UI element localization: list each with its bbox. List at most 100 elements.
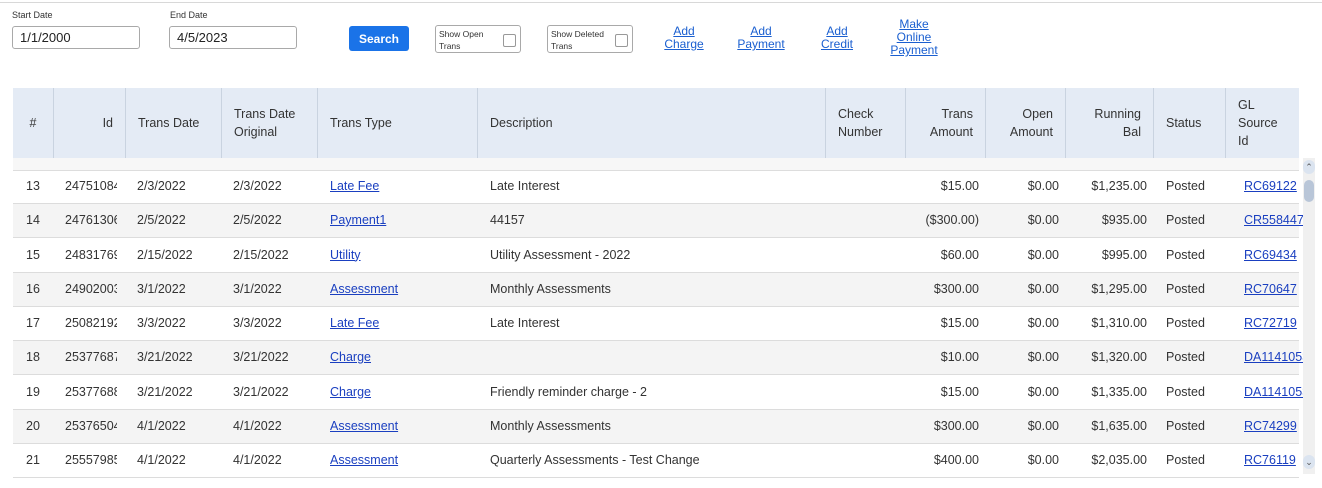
cell-gl-source-id-link[interactable]: RC69434 [1244, 248, 1297, 262]
cell-open-amount: $0.00 [1027, 453, 1059, 467]
cell-id: 25557985 [65, 453, 117, 467]
header-trans-date[interactable]: Trans Date [125, 88, 221, 158]
show-open-trans-checkbox[interactable] [503, 34, 516, 47]
header-gl-source-id[interactable]: GL Source Id [1225, 88, 1299, 158]
cell-trans-type-link[interactable]: Assessment [330, 453, 398, 467]
cell-description: Monthly Assessments [490, 281, 611, 296]
table-row[interactable]: 19 25377688 3/21/2022 3/21/2022 Charge Friend… [13, 376, 1304, 410]
cell-trans-type-link[interactable]: Charge [330, 350, 371, 364]
cell-trans-date-original: 3/21/2022 [233, 384, 289, 399]
cell-gl-source-id-link[interactable]: RC69122 [1244, 179, 1297, 193]
cell-trans-amount: $300.00 [933, 418, 979, 433]
table-row[interactable]: 18 25377687 3/21/2022 3/21/2022 Charge $10.00… [13, 341, 1304, 376]
cell-status: Posted [1166, 247, 1205, 262]
cell-trans-amount: $300.00 [933, 281, 979, 296]
cell-running-bal: $1,235.00 [1091, 179, 1147, 193]
search-button[interactable]: Search [349, 26, 409, 51]
cell-trans-amount: $15.00 [940, 179, 979, 193]
table-header: # Id Trans Date Trans Date Original Tran… [13, 88, 1299, 158]
cell-status: Posted [1166, 350, 1205, 365]
cell-description: Monthly Assessments [490, 418, 611, 433]
cell-trans-type-link[interactable]: Charge [330, 385, 371, 399]
cell-trans-date-original: 2/15/2022 [233, 247, 289, 262]
make-online-payment-link[interactable]: Make Online Payment [887, 18, 941, 57]
cell-open-amount: $0.00 [1027, 350, 1059, 365]
cell-gl-source-id: RC70647 [1244, 273, 1304, 306]
start-date-input[interactable] [12, 26, 140, 49]
header-trans-amount[interactable]: Trans Amount [905, 88, 985, 158]
show-deleted-trans-checkbox[interactable] [615, 34, 628, 47]
cell-trans-type-link[interactable]: Late Fee [330, 316, 379, 330]
vertical-scrollbar[interactable]: ⌃ ⌄ [1303, 158, 1315, 474]
cell-num: 14 [26, 213, 40, 228]
cell-open-amount: $0.00 [1027, 418, 1059, 433]
cell-running-bal: $2,035.00 [1091, 453, 1147, 467]
chevron-up-icon[interactable]: ⌃ [1303, 160, 1315, 174]
table-row[interactable]: 15 24831769 2/15/2022 2/15/2022 Utility Utili… [13, 239, 1299, 273]
header-trans-date-original[interactable]: Trans Date Original [221, 88, 317, 158]
cell-trans-date: 3/21/2022 [137, 350, 193, 365]
cell-id: 24902003 [65, 281, 117, 296]
header-id[interactable]: Id [53, 88, 125, 158]
cell-status: Posted [1166, 179, 1205, 193]
add-charge-link[interactable]: Add Charge [662, 25, 706, 51]
cell-id: 25376504 [65, 418, 117, 433]
header-num[interactable]: # [13, 88, 53, 158]
table-row[interactable]: 16 24902003 3/1/2022 3/1/2022 Assessment Mont… [13, 272, 1299, 307]
cell-gl-source-id-link[interactable]: DA1141053 [1244, 385, 1304, 399]
cell-trans-date: 3/3/2022 [137, 316, 186, 330]
cell-open-amount: $0.00 [1027, 384, 1059, 399]
chevron-down-icon[interactable]: ⌄ [1303, 455, 1315, 469]
scrollbar-thumb[interactable] [1304, 180, 1314, 202]
table-row[interactable]: 14 24761306 2/5/2022 2/5/2022 Payment1 44157 (… [13, 204, 1304, 239]
cell-check-number [837, 307, 901, 340]
cell-trans-type-link[interactable]: Assessment [330, 282, 398, 296]
cell-gl-source-id-link[interactable]: CR558447 [1244, 213, 1304, 227]
cell-trans-type-link[interactable]: Late Fee [330, 179, 379, 193]
cell-gl-source-id-link[interactable]: RC72719 [1244, 316, 1297, 330]
header-description[interactable]: Description [477, 88, 825, 158]
cell-check-number [837, 444, 901, 477]
cell-gl-source-id-link[interactable]: RC74299 [1244, 419, 1297, 433]
header-running-bal[interactable]: Running Bal [1065, 88, 1153, 158]
add-credit-link[interactable]: Add Credit [817, 25, 857, 51]
cell-running-bal: $1,635.00 [1091, 418, 1147, 433]
cell-num: 19 [26, 384, 40, 399]
cell-gl-source-id: RC69434 [1244, 239, 1304, 272]
cell-trans-type: Utility [330, 239, 470, 272]
cell-trans-date-original: 2/3/2022 [233, 179, 282, 193]
cell-gl-source-id: RC74299 [1244, 410, 1304, 443]
table-row[interactable]: 17 25082192 3/3/2022 3/3/2022 Late Fee Late I… [13, 307, 1299, 341]
cell-trans-date-original: 4/1/2022 [233, 453, 282, 467]
cell-trans-type-link[interactable]: Assessment [330, 419, 398, 433]
table-row[interactable]: 13 24751084 2/3/2022 2/3/2022 Late Fee Late I… [13, 170, 1299, 204]
cell-num: 17 [26, 316, 40, 330]
cell-trans-amount: ($300.00) [925, 213, 979, 228]
table-row[interactable]: 21 25557985 4/1/2022 4/1/2022 Assessment Quar… [13, 444, 1299, 478]
cell-trans-amount: $10.00 [940, 350, 979, 365]
cell-status: Posted [1166, 418, 1205, 433]
header-status[interactable]: Status [1153, 88, 1225, 158]
cell-trans-type: Charge [330, 376, 470, 409]
cell-id: 24831769 [65, 247, 117, 262]
header-trans-type[interactable]: Trans Type [317, 88, 477, 158]
add-payment-link[interactable]: Add Payment [734, 25, 788, 51]
cell-check-number [837, 376, 901, 409]
show-deleted-trans-label: Show Deleted Trans [551, 29, 604, 51]
show-deleted-trans-toggle[interactable]: Show Deleted Trans [547, 25, 633, 53]
end-date-input[interactable] [169, 26, 297, 49]
cell-gl-source-id-link[interactable]: DA1141053 [1244, 350, 1304, 364]
cell-num: 18 [26, 350, 40, 365]
show-open-trans-toggle[interactable]: Show Open Trans [435, 25, 521, 53]
cell-gl-source-id: RC76119 [1244, 444, 1304, 477]
cell-description: Quarterly Assessments - Test Change [490, 453, 700, 467]
header-check-number[interactable]: Check Number [825, 88, 905, 158]
table-row[interactable]: 20 25376504 4/1/2022 4/1/2022 Assessment Mont… [13, 409, 1299, 444]
cell-trans-type-link[interactable]: Payment1 [330, 213, 386, 227]
cell-num: 15 [26, 247, 40, 262]
cell-running-bal: $1,295.00 [1091, 281, 1147, 296]
cell-gl-source-id-link[interactable]: RC76119 [1244, 453, 1296, 467]
cell-trans-type-link[interactable]: Utility [330, 248, 361, 262]
cell-gl-source-id-link[interactable]: RC70647 [1244, 282, 1297, 296]
header-open-amount[interactable]: Open Amount [985, 88, 1065, 158]
